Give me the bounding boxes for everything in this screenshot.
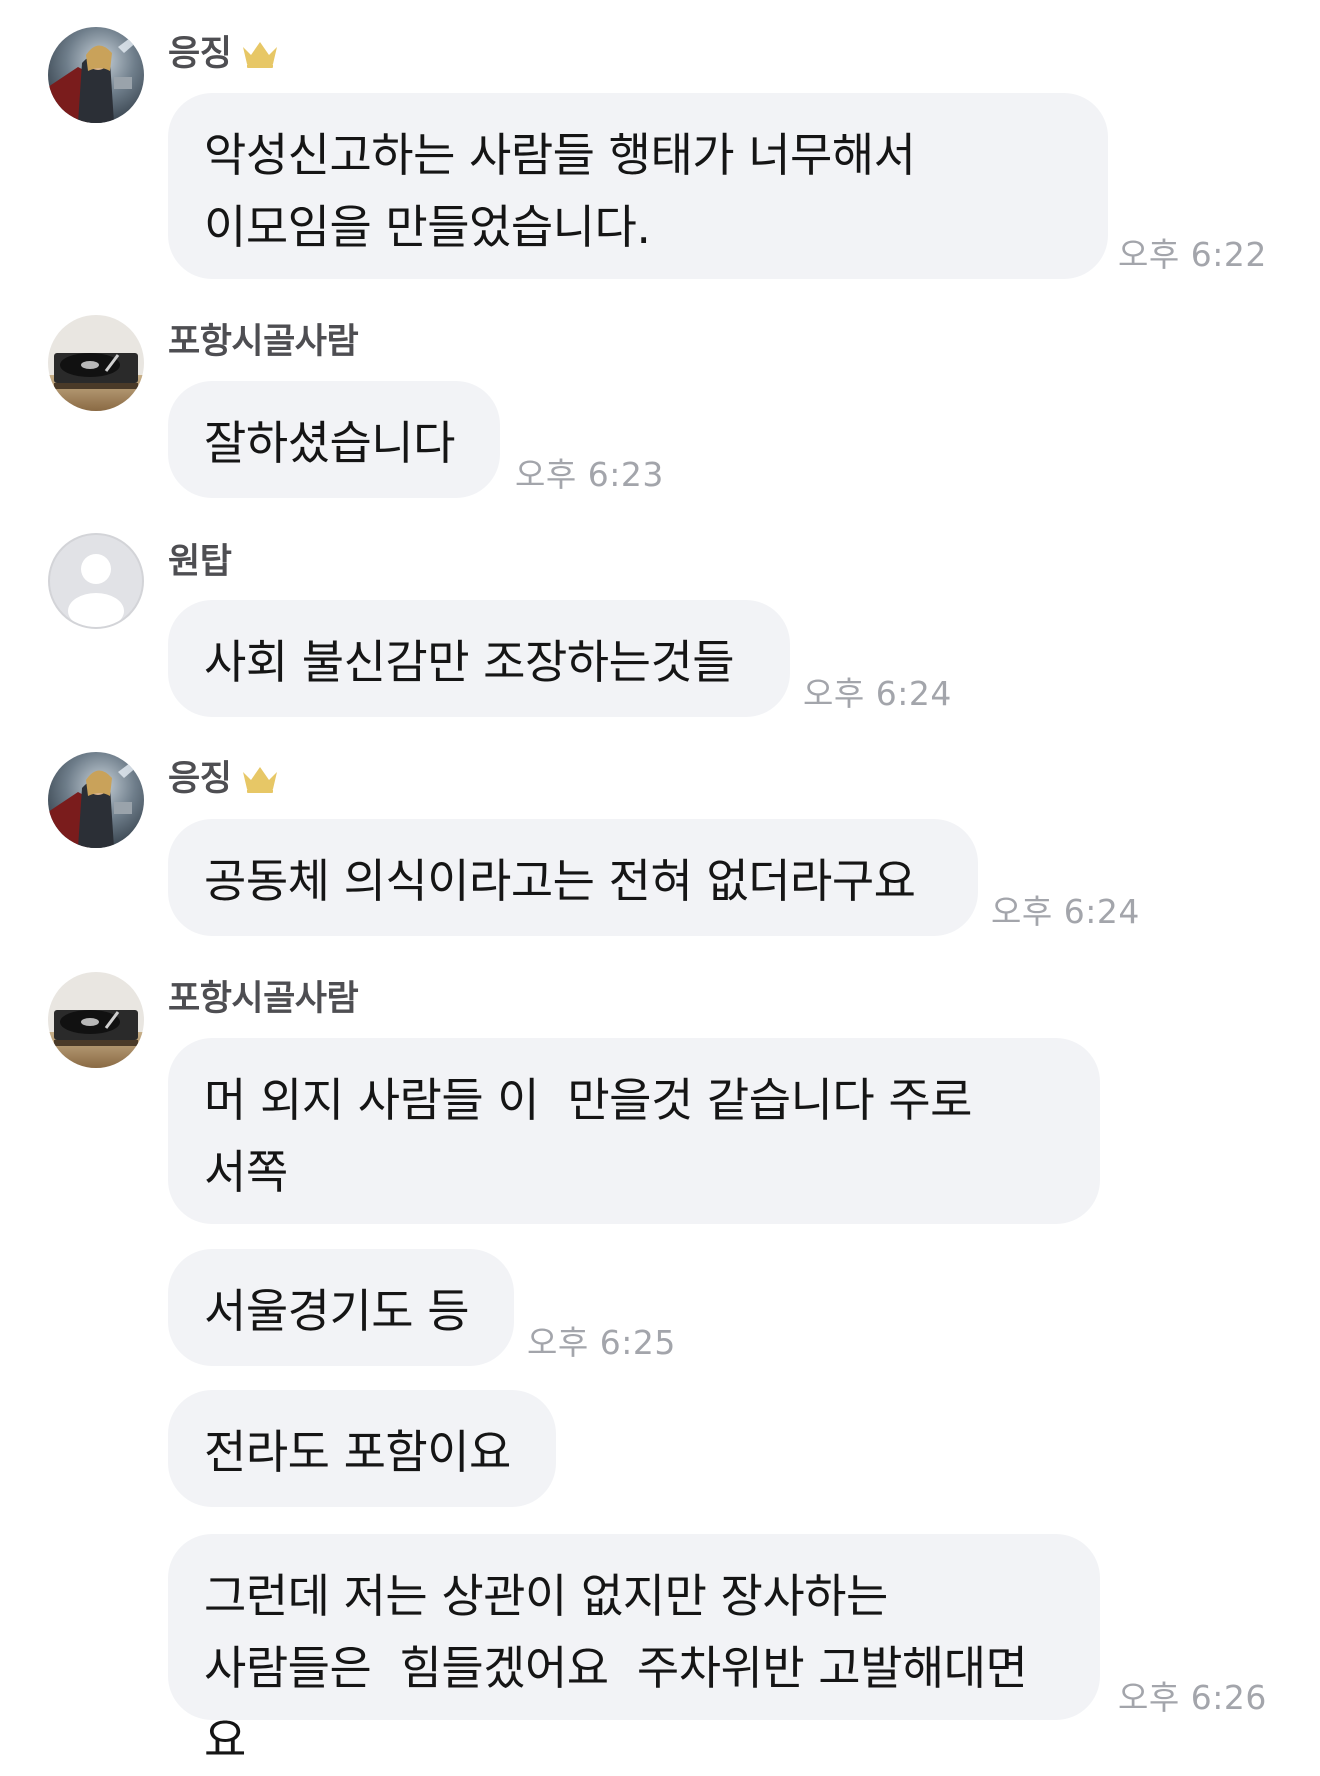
- message-text: 머 외지 사람들 이 만을것 같습니다 주로 서쪽: [204, 1073, 987, 1199]
- message-bubble[interactable]: 악성신고하는 사람들 행태가 너무해서 이모임을 만들었습니다.: [168, 93, 1108, 279]
- avatar-eungjing[interactable]: [48, 27, 144, 123]
- sender-name: 포항시골사람: [168, 979, 359, 1019]
- sender-name: 포항시골사람: [168, 322, 359, 362]
- message-text: 잘하셨습니다: [204, 416, 455, 470]
- message-bubble[interactable]: 머 외지 사람들 이 만을것 같습니다 주로 서쪽: [168, 1038, 1100, 1224]
- message-bubble[interactable]: 공동체 의식이라고는 전혀 없더라구요: [168, 819, 978, 936]
- avatar-image: [48, 315, 144, 411]
- message-text: 서울경기도 등: [204, 1284, 470, 1338]
- crown-icon: [241, 36, 279, 80]
- message-time: 오후 6:24: [803, 674, 952, 713]
- sender-name: 응징: [168, 32, 279, 80]
- message-text: 악성신고하는 사람들 행태가 너무해서 이모임을 만들었습니다.: [204, 128, 930, 254]
- avatar-pohang[interactable]: [48, 972, 144, 1068]
- message-bubble[interactable]: 사회 불신감만 조장하는것들: [168, 600, 790, 717]
- message-text: 공동체 의식이라고는 전혀 없더라구요: [204, 854, 916, 908]
- message-text: 그런데 저는 상관이 없지만 장사하는 사람들은 힘들겠어요 주차위반 고발해대…: [204, 1569, 1042, 1767]
- message-bubble[interactable]: 그런데 저는 상관이 없지만 장사하는 사람들은 힘들겠어요 주차위반 고발해대…: [168, 1534, 1100, 1767]
- user-placeholder-icon: [68, 554, 124, 627]
- sender-name: 응징: [168, 757, 279, 805]
- message-time: 오후 6:22: [1118, 235, 1267, 274]
- avatar-wontap[interactable]: [48, 533, 144, 629]
- message-time: 오후 6:23: [515, 455, 664, 494]
- message-text: 전라도 포함이요: [204, 1425, 511, 1479]
- avatar-image: [48, 752, 144, 848]
- message-text: 사회 불신감만 조장하는것들: [204, 635, 735, 689]
- sender-name: 원탑: [168, 542, 232, 582]
- message-bubble[interactable]: 잘하셨습니다: [168, 381, 500, 498]
- avatar-pohang[interactable]: [48, 315, 144, 411]
- message-time: 오후 6:25: [527, 1323, 676, 1362]
- message-bubble[interactable]: 전라도 포함이요: [168, 1390, 556, 1507]
- message-time: 오후 6:26: [1118, 1678, 1267, 1717]
- avatar-image: [48, 27, 144, 123]
- message-time: 오후 6:24: [991, 892, 1140, 931]
- avatar-eungjing[interactable]: [48, 752, 144, 848]
- avatar-image: [48, 972, 144, 1068]
- crown-icon: [241, 761, 279, 805]
- message-bubble[interactable]: 서울경기도 등: [168, 1249, 514, 1366]
